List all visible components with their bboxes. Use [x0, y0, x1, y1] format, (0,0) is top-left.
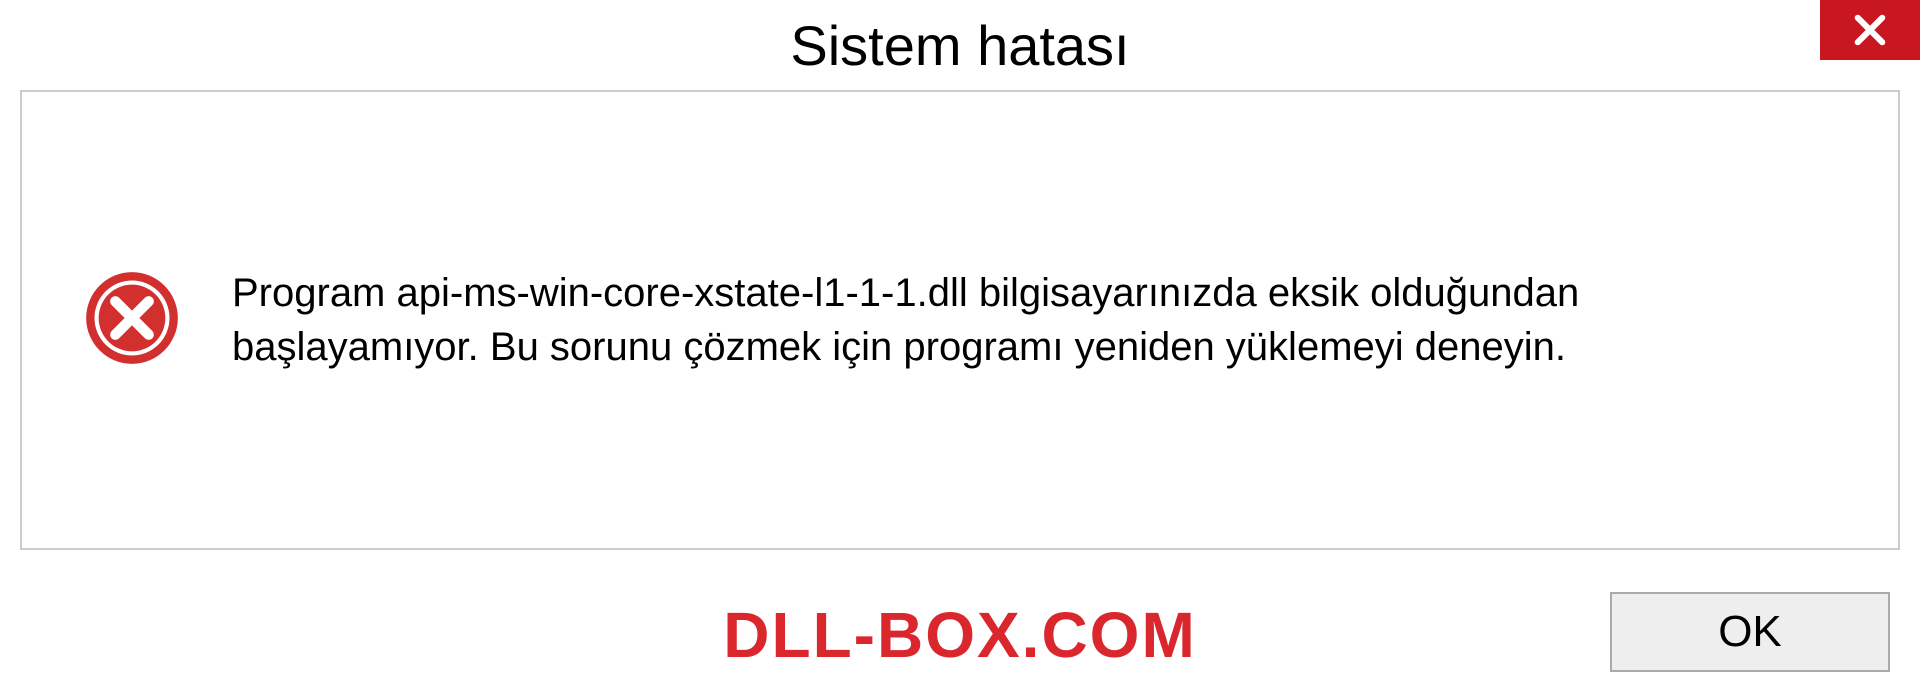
dialog-title: Sistem hatası — [790, 13, 1129, 78]
ok-button-label: OK — [1718, 607, 1782, 657]
watermark-text: DLL-BOX.COM — [723, 598, 1197, 672]
close-icon — [1849, 9, 1891, 51]
dialog-footer: DLL-BOX.COM OK — [30, 592, 1890, 672]
error-icon — [82, 268, 182, 373]
error-message: Program api-ms-win-core-xstate-l1-1-1.dl… — [232, 266, 1732, 374]
titlebar: Sistem hatası — [0, 0, 1920, 90]
close-button[interactable] — [1820, 0, 1920, 60]
ok-button[interactable]: OK — [1610, 592, 1890, 672]
dialog-content: Program api-ms-win-core-xstate-l1-1-1.dl… — [20, 90, 1900, 550]
